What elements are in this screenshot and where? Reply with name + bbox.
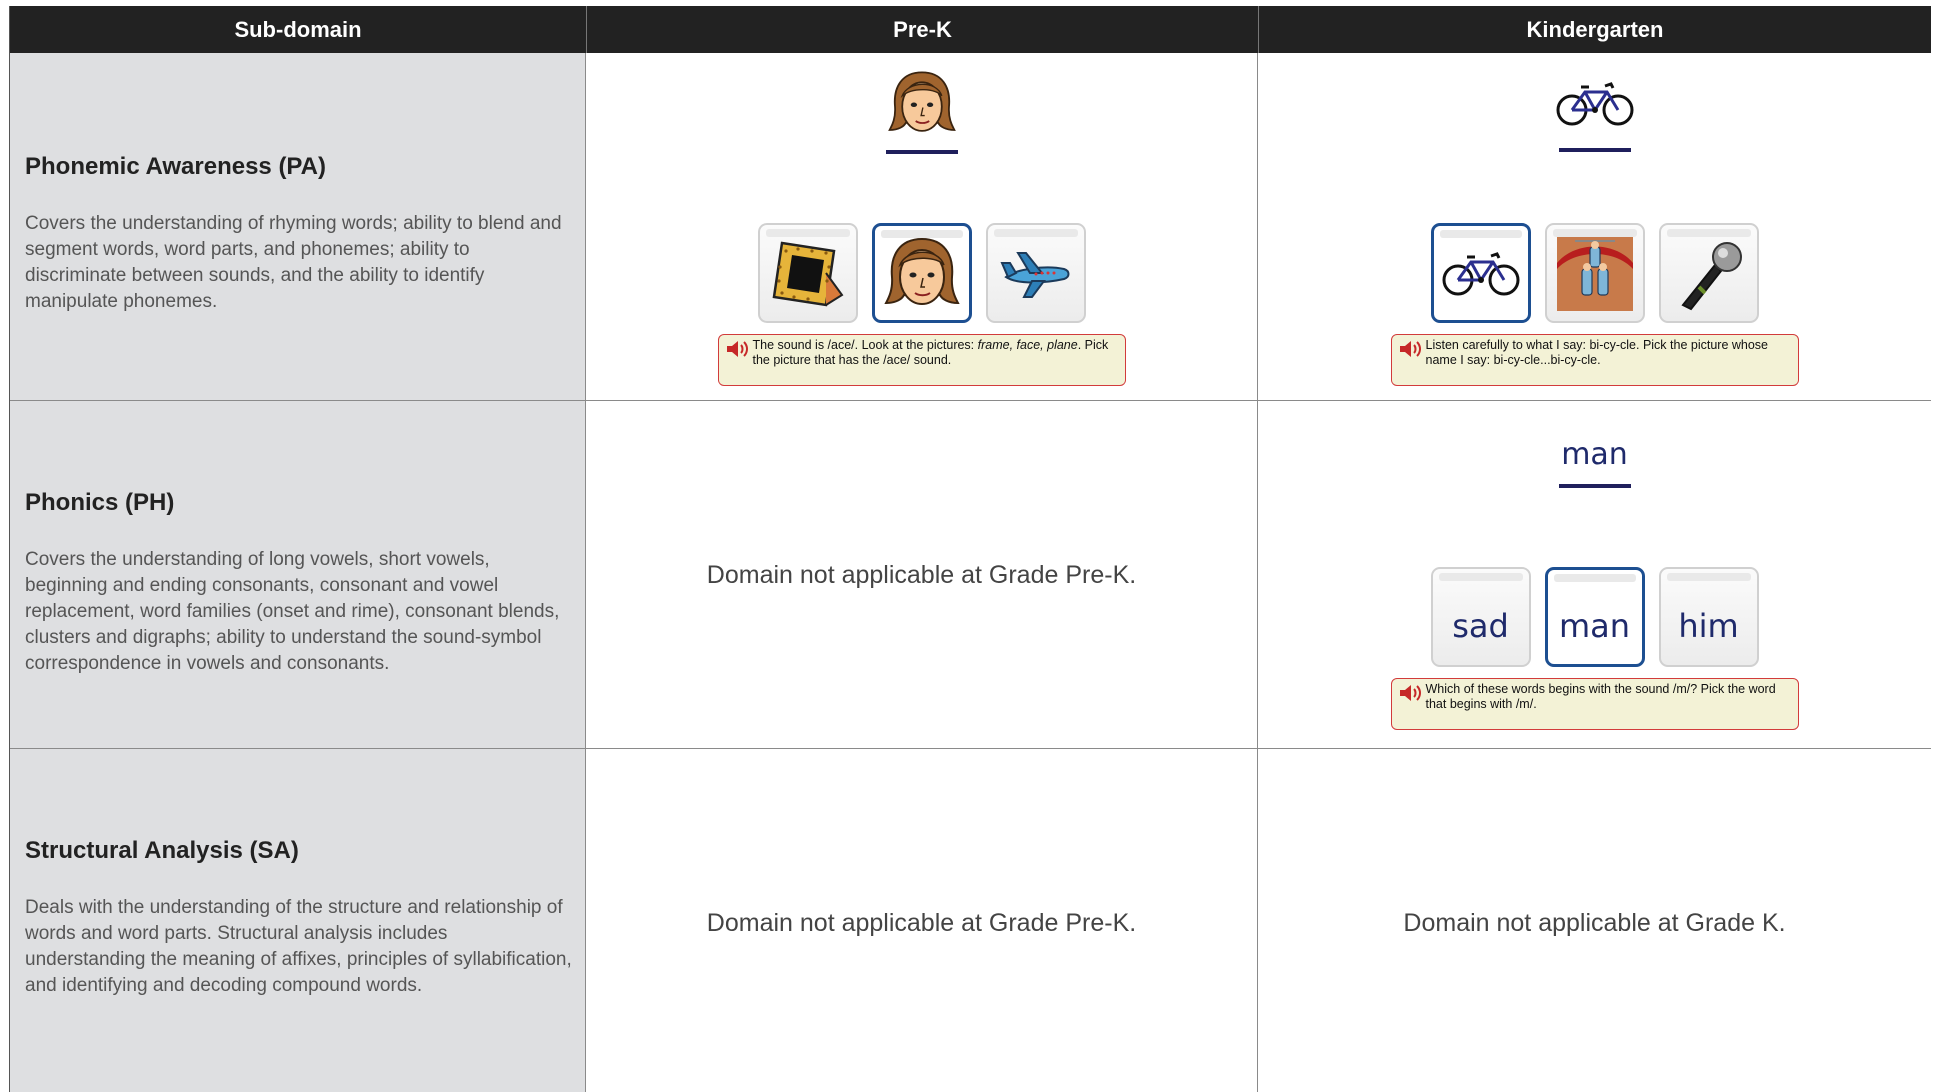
choice-word[interactable]: man <box>1544 567 1645 667</box>
prompt-text: Which of these words begins with the sou… <box>1425 682 1776 711</box>
choice-face[interactable] <box>871 223 972 323</box>
prompt-text: The sound is /ace/. Look at the pictures… <box>752 338 978 352</box>
choice-word[interactable]: sad <box>1430 567 1531 667</box>
subdomain-description: Covers the understanding of long vowels,… <box>25 549 560 674</box>
subdomain-description: Covers the understanding of rhyming word… <box>25 213 562 312</box>
target-word-text: man <box>1561 437 1628 472</box>
bicycle-icon <box>1441 247 1521 299</box>
k-sa-cell: Domain not applicable at Grade K. <box>1258 749 1931 1092</box>
subdomain-cell-sa: Structural Analysis (SA) Deals with the … <box>10 749 586 1092</box>
target-underline <box>885 150 958 154</box>
not-applicable-text: Domain not applicable at Grade Pre-K. <box>706 561 1137 589</box>
microphone-icon <box>1669 233 1749 313</box>
target-picture <box>1555 77 1635 152</box>
audio-prompt: Listen carefully to what I say: bi-cy-cl… <box>1390 334 1799 386</box>
choice-microphone[interactable] <box>1658 223 1759 323</box>
speaker-icon[interactable] <box>1398 683 1422 703</box>
bicycle-icon <box>1555 77 1635 129</box>
choice-acrobats[interactable] <box>1544 223 1645 323</box>
audio-prompt: Which of these words begins with the sou… <box>1390 678 1799 730</box>
target-underline <box>1558 148 1631 152</box>
header-subdomain: Sub-domain <box>10 6 586 53</box>
airplane-icon <box>996 233 1076 313</box>
prek-sa-cell: Domain not applicable at Grade Pre-K. <box>586 749 1258 1092</box>
subdomain-title: Phonemic Awareness (PA) <box>25 153 326 180</box>
choice-bicycle[interactable] <box>1430 223 1531 323</box>
k-ph-cell: man sad man him Which of these words beg… <box>1258 401 1931 749</box>
prompt-text: Listen carefully to what I say: bi-cy-cl… <box>1425 338 1769 367</box>
subdomain-cell-ph: Phonics (PH) Covers the understanding of… <box>10 401 586 749</box>
face-icon <box>882 233 962 313</box>
subdomain-title: Phonics (PH) <box>25 489 175 516</box>
acrobats-icon <box>1555 233 1635 313</box>
target-underline <box>1558 484 1631 488</box>
subdomain-cell-pa: Phonemic Awareness (PA) Covers the under… <box>10 53 586 401</box>
prek-ph-cell: Domain not applicable at Grade Pre-K. <box>586 401 1258 749</box>
not-applicable-text: Domain not applicable at Grade K. <box>1403 909 1786 937</box>
target-picture <box>884 67 960 154</box>
header-prek: Pre-K <box>586 6 1258 53</box>
target-word: man <box>1558 437 1631 488</box>
choice-frame[interactable] <box>757 223 858 323</box>
header-kindergarten: Kindergarten <box>1258 6 1931 53</box>
choice-word-text: him <box>1678 607 1739 645</box>
answer-choices <box>1430 223 1759 323</box>
subdomain-description: Deals with the understanding of the stru… <box>25 897 572 996</box>
answer-choices: sad man him <box>1430 567 1759 667</box>
prek-pa-cell: The sound is /ace/. Look at the pictures… <box>586 53 1258 401</box>
choice-plane[interactable] <box>985 223 1086 323</box>
face-icon <box>884 67 960 139</box>
k-pa-cell: Listen carefully to what I say: bi-cy-cl… <box>1258 53 1931 401</box>
audio-prompt: The sound is /ace/. Look at the pictures… <box>717 334 1126 386</box>
not-applicable-text: Domain not applicable at Grade Pre-K. <box>706 909 1137 937</box>
choice-word[interactable]: him <box>1658 567 1759 667</box>
answer-choices <box>757 223 1086 323</box>
choice-word-text: sad <box>1452 607 1509 645</box>
prompt-words: frame, face, plane <box>977 338 1078 352</box>
speaker-icon[interactable] <box>1398 339 1422 359</box>
choice-word-text: man <box>1558 607 1631 645</box>
frame-icon <box>768 233 848 313</box>
subdomain-title: Structural Analysis (SA) <box>25 837 299 864</box>
speaker-icon[interactable] <box>725 339 749 359</box>
skills-table: Sub-domain Pre-K Kindergarten Phonemic A… <box>9 6 1931 1092</box>
